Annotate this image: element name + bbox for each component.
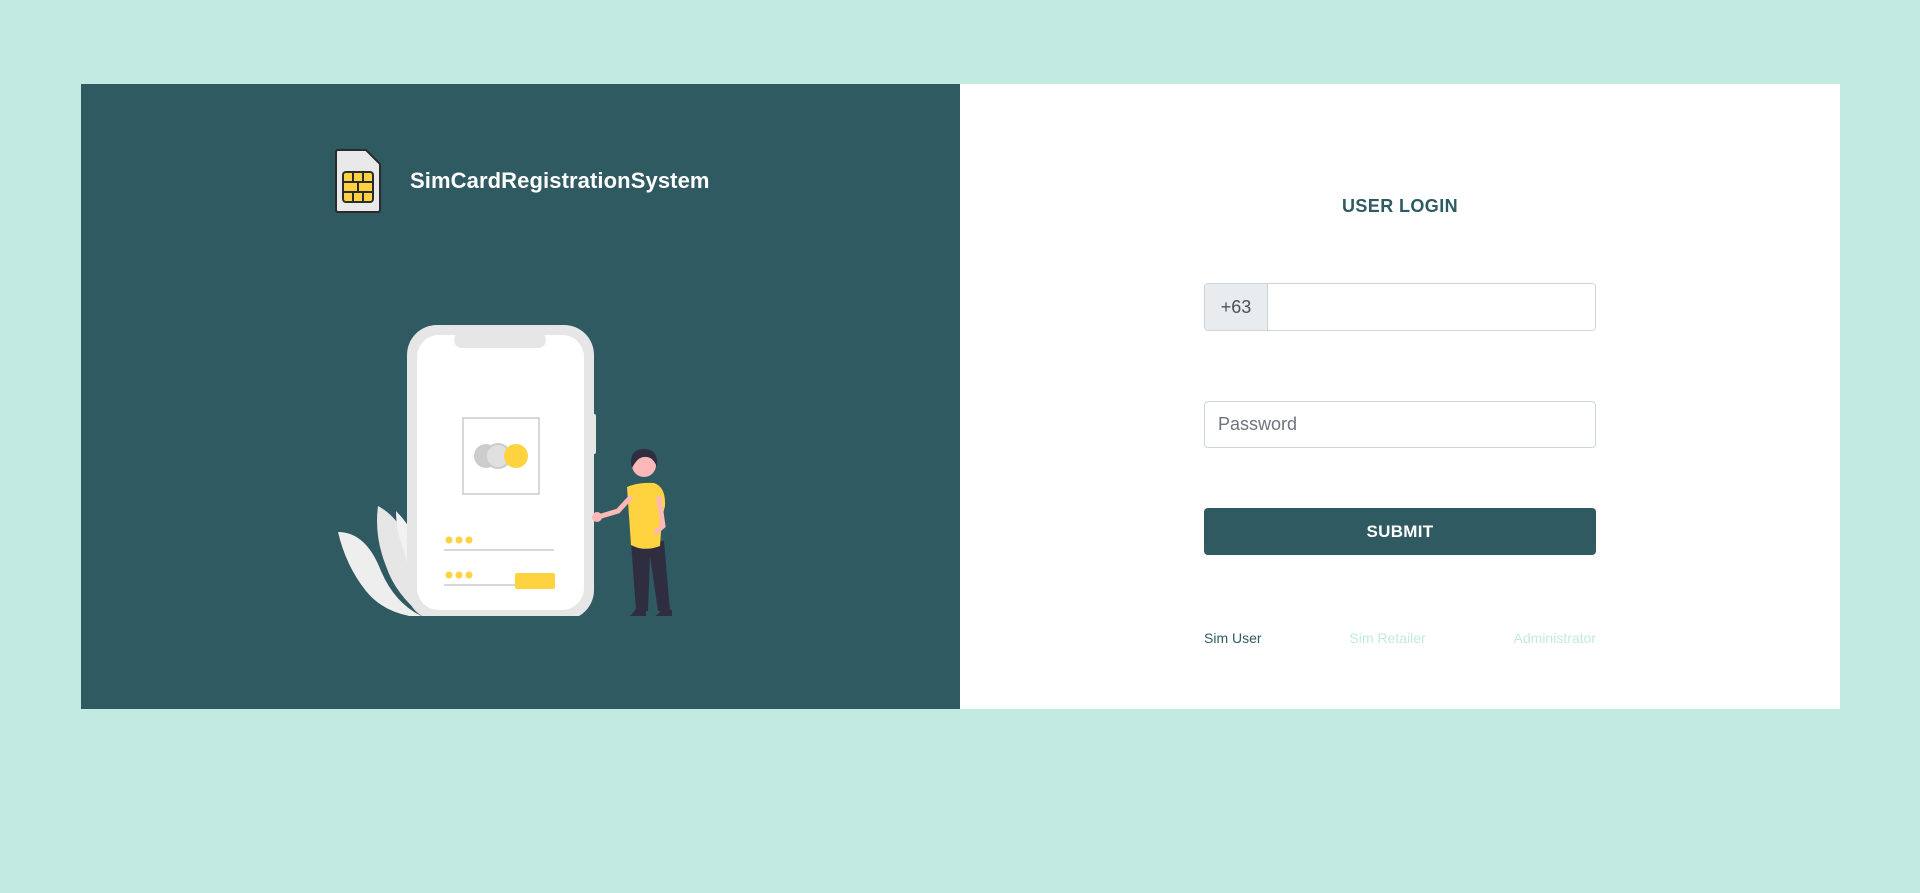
login-illustration — [338, 325, 672, 616]
role-selector: Sim User Sim Retailer Administrator — [1204, 630, 1596, 650]
phone-number-input[interactable] — [1268, 284, 1595, 330]
submit-button[interactable]: SUBMIT — [1204, 508, 1596, 555]
phone-prefix: +63 — [1205, 284, 1268, 330]
password-input[interactable] — [1204, 401, 1596, 448]
role-sim-user[interactable]: Sim User — [1204, 630, 1262, 650]
login-panel: USER LOGIN +63 SUBMIT Sim User Sim Retai… — [960, 84, 1840, 709]
phone-input-group: +63 — [1204, 283, 1596, 331]
brand-name: SimCardRegistrationSystem — [410, 168, 710, 193]
role-administrator[interactable]: Administrator — [1514, 630, 1596, 650]
login-title: USER LOGIN — [1341, 196, 1458, 216]
sim-card-icon — [335, 149, 381, 213]
login-card: SimCardRegistrationSystem USER LOGIN +63… — [81, 84, 1840, 709]
brand-panel: SimCardRegistrationSystem — [81, 84, 960, 709]
person-illustration — [592, 448, 672, 616]
brand-header: SimCardRegistrationSystem — [334, 148, 710, 214]
phone-illustration — [407, 325, 596, 616]
role-sim-retailer[interactable]: Sim Retailer — [1349, 630, 1425, 650]
